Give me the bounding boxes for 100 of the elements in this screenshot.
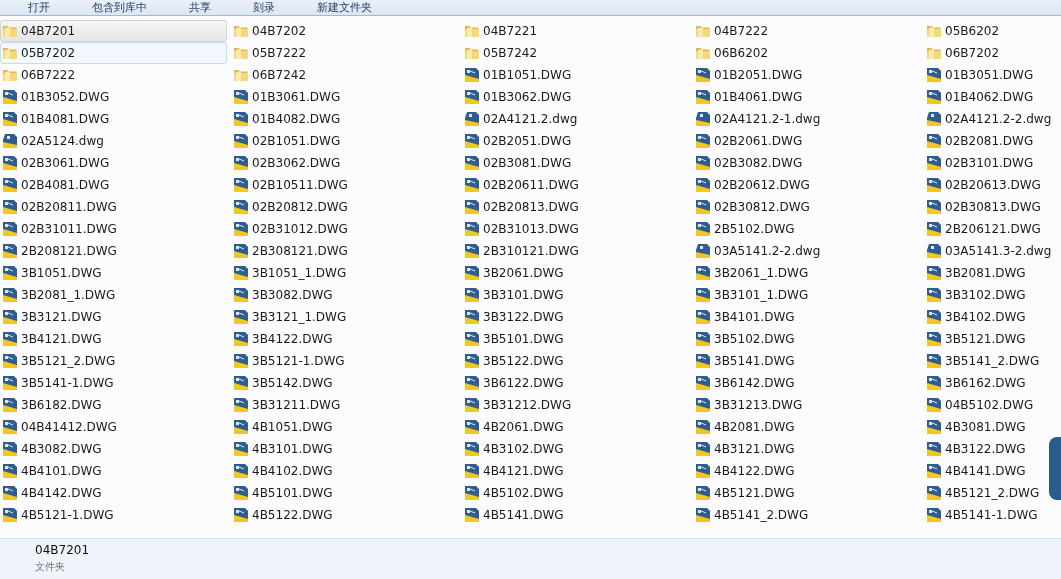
file-item[interactable]: 02B31013.DWG	[462, 218, 689, 240]
toolbar-button[interactable]: 刻录	[253, 0, 275, 15]
file-item[interactable]: 3B5121-1.DWG	[231, 350, 458, 372]
file-item[interactable]: 3B1051.DWG	[0, 262, 227, 284]
file-item[interactable]: 4B4101.DWG	[0, 460, 227, 482]
file-item[interactable]: 4B2061.DWG	[462, 416, 689, 438]
file-item[interactable]: 01B1051.DWG	[462, 64, 689, 86]
file-item[interactable]: 3B5141.DWG	[693, 350, 920, 372]
file-item[interactable]: 06B6202	[693, 42, 920, 64]
file-item[interactable]: 3B5121.DWG	[924, 328, 1061, 350]
file-item[interactable]: 3B5141-1.DWG	[0, 372, 227, 394]
file-item[interactable]: 4B5121.DWG	[693, 482, 920, 504]
file-item[interactable]: 3B2081_1.DWG	[0, 284, 227, 306]
file-item[interactable]: 3B2081.DWG	[924, 262, 1061, 284]
file-item[interactable]: 2B308121.DWG	[231, 240, 458, 262]
file-item[interactable]: 3B2061.DWG	[462, 262, 689, 284]
file-item[interactable]: 02B30812.DWG	[693, 196, 920, 218]
file-item[interactable]: 4B3121.DWG	[693, 438, 920, 460]
file-item[interactable]: 04B5102.DWG	[924, 394, 1061, 416]
toolbar-button[interactable]: 包含到库中	[92, 0, 147, 15]
file-item[interactable]: 01B4082.DWG	[231, 108, 458, 130]
file-item[interactable]: 2B208121.DWG	[0, 240, 227, 262]
file-item[interactable]: 4B4122.DWG	[693, 460, 920, 482]
file-item[interactable]: 02B2061.DWG	[693, 130, 920, 152]
file-item[interactable]: 02B20612.DWG	[693, 174, 920, 196]
file-item[interactable]: 3B31213.DWG	[693, 394, 920, 416]
file-item[interactable]: 02B20811.DWG	[0, 196, 227, 218]
file-item[interactable]: 02B1051.DWG	[231, 130, 458, 152]
file-item[interactable]: 02B30813.DWG	[924, 196, 1061, 218]
file-item[interactable]: 4B4102.DWG	[231, 460, 458, 482]
file-item[interactable]: 4B5121-1.DWG	[0, 504, 227, 526]
file-item[interactable]: 4B3082.DWG	[0, 438, 227, 460]
file-item[interactable]: 02B4081.DWG	[0, 174, 227, 196]
file-item[interactable]: 4B1051.DWG	[231, 416, 458, 438]
file-item[interactable]: 04B7221	[462, 20, 689, 42]
file-item[interactable]: 2B5102.DWG	[693, 218, 920, 240]
file-item[interactable]: 02B3061.DWG	[0, 152, 227, 174]
file-item[interactable]: 02A5124.dwg	[0, 130, 227, 152]
file-item[interactable]: 3B6182.DWG	[0, 394, 227, 416]
file-item[interactable]: 4B5101.DWG	[231, 482, 458, 504]
file-item[interactable]: 02B31012.DWG	[231, 218, 458, 240]
file-item[interactable]: 3B31212.DWG	[462, 394, 689, 416]
file-item[interactable]: 3B3121.DWG	[0, 306, 227, 328]
file-item[interactable]: 06B7242	[231, 64, 458, 86]
file-item[interactable]: 05B7202	[0, 42, 227, 64]
toolbar-button[interactable]: 共享	[189, 0, 211, 15]
file-item[interactable]: 04B7201	[0, 20, 227, 42]
file-item[interactable]: 4B4141.DWG	[924, 460, 1061, 482]
file-item[interactable]: 3B4121.DWG	[0, 328, 227, 350]
file-item[interactable]: 4B5121_2.DWG	[924, 482, 1061, 504]
file-item[interactable]: 4B3081.DWG	[924, 416, 1061, 438]
file-item[interactable]: 01B4062.DWG	[924, 86, 1061, 108]
file-item[interactable]: 3B3101.DWG	[462, 284, 689, 306]
file-item[interactable]: 02B3081.DWG	[462, 152, 689, 174]
file-item[interactable]: 01B2051.DWG	[693, 64, 920, 86]
file-item[interactable]: 02B10511.DWG	[231, 174, 458, 196]
file-item[interactable]: 2B310121.DWG	[462, 240, 689, 262]
file-item[interactable]: 3B4102.DWG	[924, 306, 1061, 328]
file-item[interactable]: 3B2061_1.DWG	[693, 262, 920, 284]
file-item[interactable]: 3B5122.DWG	[462, 350, 689, 372]
file-item[interactable]: 3B5142.DWG	[231, 372, 458, 394]
file-item[interactable]: 01B3062.DWG	[462, 86, 689, 108]
file-item[interactable]: 3B6142.DWG	[693, 372, 920, 394]
file-item[interactable]: 02A4121.2-1.dwg	[693, 108, 920, 130]
file-item[interactable]: 4B5141-1.DWG	[924, 504, 1061, 526]
file-item[interactable]: 02B3062.DWG	[231, 152, 458, 174]
file-item[interactable]: 02A4121.2.dwg	[462, 108, 689, 130]
file-item[interactable]: 4B5141_2.DWG	[693, 504, 920, 526]
file-item[interactable]: 3B3101_1.DWG	[693, 284, 920, 306]
file-item[interactable]: 02B3082.DWG	[693, 152, 920, 174]
file-item[interactable]: 3B31211.DWG	[231, 394, 458, 416]
file-item[interactable]: 4B4142.DWG	[0, 482, 227, 504]
file-item[interactable]: 02B20611.DWG	[462, 174, 689, 196]
file-item[interactable]: 03A5141.3-2.dwg	[924, 240, 1061, 262]
file-item[interactable]: 3B4122.DWG	[231, 328, 458, 350]
file-item[interactable]: 05B7222	[231, 42, 458, 64]
file-item[interactable]: 4B5122.DWG	[231, 504, 458, 526]
file-item[interactable]: 4B3101.DWG	[231, 438, 458, 460]
file-item[interactable]: 02B2081.DWG	[924, 130, 1061, 152]
file-item[interactable]: 05B7242	[462, 42, 689, 64]
file-item[interactable]: 3B3122.DWG	[462, 306, 689, 328]
file-item[interactable]: 4B3102.DWG	[462, 438, 689, 460]
file-item[interactable]: 3B3082.DWG	[231, 284, 458, 306]
file-item[interactable]: 3B3102.DWG	[924, 284, 1061, 306]
file-item[interactable]: 4B2081.DWG	[693, 416, 920, 438]
file-item[interactable]: 3B1051_1.DWG	[231, 262, 458, 284]
file-item[interactable]: 01B3052.DWG	[0, 86, 227, 108]
file-item[interactable]: 3B6162.DWG	[924, 372, 1061, 394]
file-item[interactable]: 3B5101.DWG	[462, 328, 689, 350]
file-item[interactable]: 03A5141.2-2.dwg	[693, 240, 920, 262]
file-item[interactable]: 3B5102.DWG	[693, 328, 920, 350]
file-item[interactable]: 02B20613.DWG	[924, 174, 1061, 196]
file-item[interactable]: 04B41412.DWG	[0, 416, 227, 438]
file-item[interactable]: 04B7222	[693, 20, 920, 42]
file-item[interactable]: 01B3061.DWG	[231, 86, 458, 108]
file-item[interactable]: 3B4101.DWG	[693, 306, 920, 328]
file-item[interactable]: 06B7222	[0, 64, 227, 86]
file-item[interactable]: 02B31011.DWG	[0, 218, 227, 240]
file-item[interactable]: 4B5141.DWG	[462, 504, 689, 526]
file-item[interactable]: 2B206121.DWG	[924, 218, 1061, 240]
